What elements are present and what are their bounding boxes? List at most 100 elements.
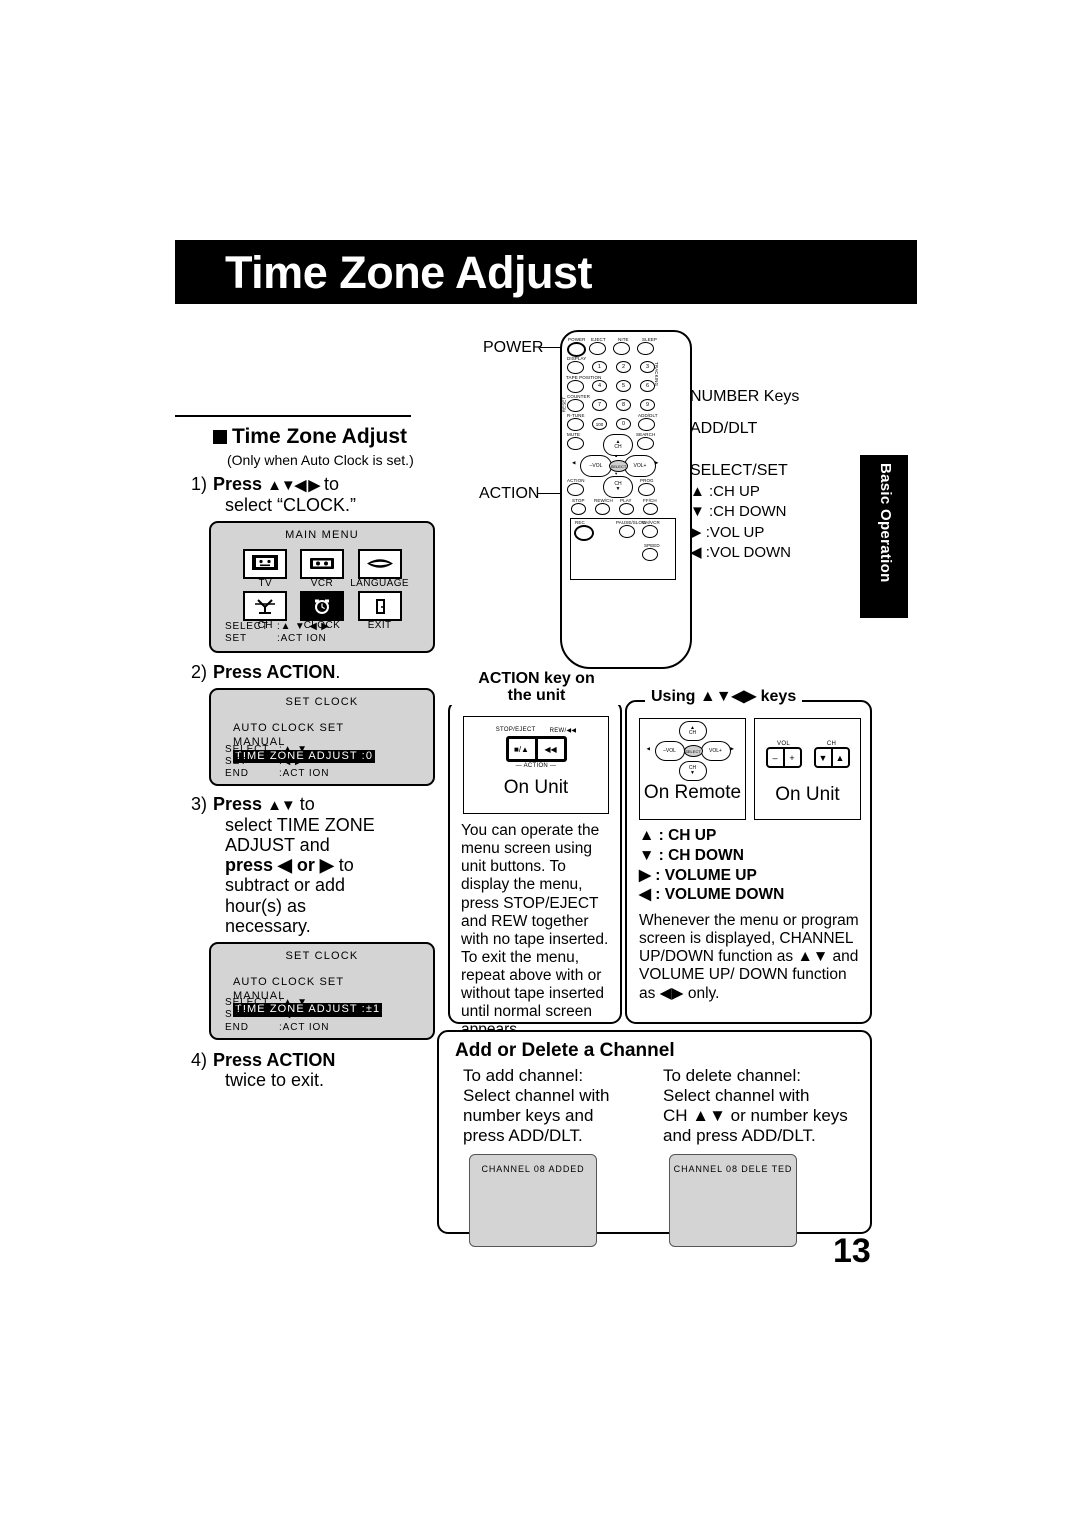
vol-down-button[interactable]: –VOL <box>580 455 612 477</box>
arrow-up-icon: ▴ <box>615 453 618 458</box>
display-button[interactable] <box>567 361 584 374</box>
add-dlt-button[interactable] <box>638 418 655 431</box>
unit-vol-up-button[interactable]: + <box>782 749 800 766</box>
on-unit-caption: On Unit <box>503 777 569 798</box>
rec-button[interactable] <box>574 525 594 541</box>
ch-down-button[interactable]: CH ▼ <box>603 476 633 498</box>
callout-ch-down: ▼ :CH DOWN <box>690 503 787 520</box>
callout-action: ACTION <box>479 485 540 502</box>
number-key-5[interactable]: 5 <box>616 380 631 392</box>
on-unit-card: STOP/EJECT REW/◀◀ ■/▲ ◀◀ — ACTION — On U… <box>463 716 609 814</box>
dpad-ch-down[interactable]: CH ▼ <box>678 761 707 781</box>
step-4-number: 4) <box>191 1049 208 1070</box>
osd-footer-key: SELECT <box>225 743 270 755</box>
unit-stop-eject-button[interactable]: ■/▲ <box>509 739 535 759</box>
number-key-0[interactable]: 0 <box>616 418 631 430</box>
callout-vol-up: ▶ :VOL UP <box>690 524 765 541</box>
ffwd-button[interactable] <box>643 503 658 515</box>
speed-button[interactable] <box>642 548 658 561</box>
search-button[interactable] <box>637 437 654 450</box>
mapping-volume-down: ◀ : VOLUME DOWN <box>639 886 785 904</box>
osd-footer-val: :ACT ION <box>277 633 327 645</box>
menu-item-vcr[interactable]: VCR <box>294 548 351 590</box>
step-3-line4-bold: press ◀ or ▶ <box>225 855 334 876</box>
delete-channel-osd: CHANNEL 08 DELE TED <box>669 1154 797 1248</box>
unit-rew-button[interactable]: ◀◀ <box>534 739 564 759</box>
vol-up-button[interactable]: VOL+ <box>624 455 656 477</box>
mapping-ch-up: ▲ : CH UP <box>639 827 717 844</box>
number-key-8[interactable]: 8 <box>616 399 631 411</box>
key-label-tracking: TRACKING <box>654 362 659 387</box>
counter-reset-button[interactable] <box>567 399 584 412</box>
delete-channel-column: To delete channel: Select channel with C… <box>663 1066 863 1248</box>
callout-power: POWER <box>483 339 544 356</box>
number-key-2[interactable]: 2 <box>616 361 631 373</box>
key-label-select: SELECT <box>610 463 627 469</box>
ch-vcr-button[interactable] <box>642 525 658 538</box>
nite-button[interactable] <box>613 342 630 355</box>
select-button[interactable]: SELECT <box>609 460 628 472</box>
number-key-3[interactable]: 3 <box>640 361 655 373</box>
osd-footer-val: :◀ <box>279 1009 292 1021</box>
add-delete-channel-box: Add or Delete a Channel To add channel: … <box>437 1030 872 1248</box>
manual-page: Time Zone Adjust Basic Operation Time Zo… <box>0 0 1080 1528</box>
r-tune-button[interactable] <box>567 418 584 431</box>
stop-button[interactable] <box>571 503 586 515</box>
step-1-bold: Press <box>213 474 263 494</box>
power-button[interactable] <box>567 342 586 357</box>
unit-ch-up-button[interactable]: ▲ <box>830 749 848 766</box>
step-3-arrows: ▲▼ <box>267 797 296 815</box>
osd-row-auto-clock-set[interactable]: AUTO CLOCK SET <box>233 976 382 990</box>
unit-vol-down-button[interactable]: – <box>768 749 783 766</box>
section-heading: Time Zone Adjust <box>213 425 425 449</box>
play-button[interactable] <box>619 503 634 515</box>
number-key-6[interactable]: 6 <box>640 380 655 392</box>
delete-channel-line3: and press ADD/DLT. <box>663 1126 816 1146</box>
cassette-icon <box>299 548 344 579</box>
dpad-ch-up[interactable]: ▲ CH <box>678 721 707 741</box>
unit-vol-buttons[interactable]: – + <box>765 747 802 768</box>
page-number: 13 <box>833 1232 871 1270</box>
on-remote-card: ▲ CH –VOL VOL+ SELECT CH ▼ ◀ ▶ On Remote <box>639 718 746 820</box>
menu-item-exit[interactable]: EXIT <box>350 591 409 632</box>
number-key-1[interactable]: 1 <box>592 361 607 373</box>
osd-main-menu-title: MAIN MENU <box>285 528 359 541</box>
menu-item-language[interactable]: LANGUAGE <box>350 548 409 590</box>
key-label-vol-plus: VOL+ <box>633 463 647 469</box>
step-4-bold: Press ACTION <box>213 1049 336 1070</box>
using-keys-box: Using ▲▼◀▶ keys ▲ CH –VOL VOL+ SELECT CH ▼… <box>625 688 872 1024</box>
number-key-100[interactable]: 100 <box>592 418 607 430</box>
add-channel-title: To add channel: <box>463 1066 584 1085</box>
pause-slow-button[interactable] <box>619 525 635 538</box>
dpad-select[interactable]: SELECT <box>683 745 703 757</box>
tv-icon <box>243 548 288 579</box>
number-key-9[interactable]: 9 <box>640 399 655 411</box>
ch-up-button[interactable]: ▲ CH <box>603 434 633 456</box>
mute-button[interactable] <box>567 437 584 450</box>
callout-add-dlt: ADD/DLT <box>690 420 758 437</box>
action-key-box-legend: ACTION key on the unit <box>448 670 625 705</box>
sleep-button[interactable] <box>637 342 654 355</box>
menu-item-tv-label: TV <box>258 577 273 589</box>
dpad-vol-down[interactable]: –VOL <box>654 741 685 761</box>
dpad-vol-up[interactable]: VOL+ <box>700 741 731 761</box>
menu-item-exit-label: EXIT <box>367 620 392 632</box>
tape-position-button[interactable] <box>567 380 584 393</box>
number-key-4[interactable]: 4 <box>592 380 607 392</box>
step-3-line3: ADJUST and <box>225 835 330 856</box>
number-key-7[interactable]: 7 <box>592 399 607 411</box>
unit-ch-buttons[interactable]: ▼ ▲ <box>813 747 850 768</box>
unit-ch-down-button[interactable]: ▼ <box>816 749 831 766</box>
action-button[interactable] <box>567 483 584 496</box>
rew-button[interactable] <box>595 503 610 515</box>
eject-button[interactable] <box>589 342 606 355</box>
step-1-arrows: ▲▼◀ ▶ <box>267 477 320 494</box>
step-3-line5: subtract or add <box>225 875 346 896</box>
osd-footer-key: SELECT <box>225 997 270 1009</box>
menu-item-tv[interactable]: TV <box>237 548 294 590</box>
step-1: 1) Press ▲▼◀ ▶ to select “CLOCK.” <box>191 474 425 515</box>
unit-action-buttons[interactable]: ■/▲ ◀◀ <box>505 736 567 762</box>
osd-row-auto-clock-set[interactable]: AUTO CLOCK SET <box>233 722 375 736</box>
osd-footer-val: :ACT ION <box>279 1021 330 1033</box>
prog-button[interactable] <box>638 483 655 496</box>
